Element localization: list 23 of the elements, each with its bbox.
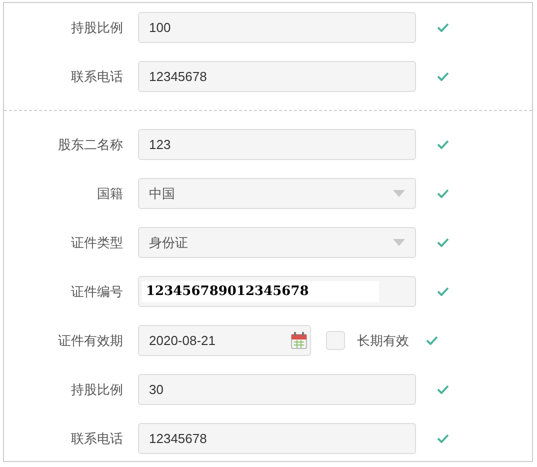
select-field[interactable]: 中国 bbox=[138, 178, 416, 209]
field-label: 持股比例 bbox=[70, 18, 123, 37]
select-field[interactable]: 身份证 bbox=[138, 227, 416, 258]
input-field[interactable]: 12345678 bbox=[138, 61, 416, 92]
checkbox[interactable] bbox=[326, 331, 345, 350]
field-label: 股东二名称 bbox=[57, 136, 123, 154]
input-field[interactable]: 123 bbox=[138, 129, 416, 160]
checkbox-label: 长期有效 bbox=[357, 332, 410, 350]
field-label: 国籍 bbox=[96, 184, 123, 203]
date-field[interactable]: 2020-08-21 bbox=[138, 325, 311, 356]
input-field[interactable]: 100 bbox=[138, 12, 416, 43]
input-field[interactable]: 12345678 bbox=[138, 423, 416, 454]
field-label: 证件有效期 bbox=[57, 332, 123, 350]
field-label: 联系电话 bbox=[70, 68, 123, 86]
calendar-icon bbox=[291, 332, 307, 349]
input-field[interactable]: 123456789012345678 bbox=[138, 276, 416, 307]
field-label: 证件类型 bbox=[70, 234, 123, 252]
dropdown-caret-icon bbox=[393, 239, 405, 246]
field-label: 联系电话 bbox=[70, 430, 123, 448]
field-label: 证件编号 bbox=[70, 282, 123, 301]
input-field[interactable]: 30 bbox=[138, 374, 416, 405]
field-label: 持股比例 bbox=[70, 380, 123, 399]
dropdown-caret-icon bbox=[393, 190, 405, 197]
